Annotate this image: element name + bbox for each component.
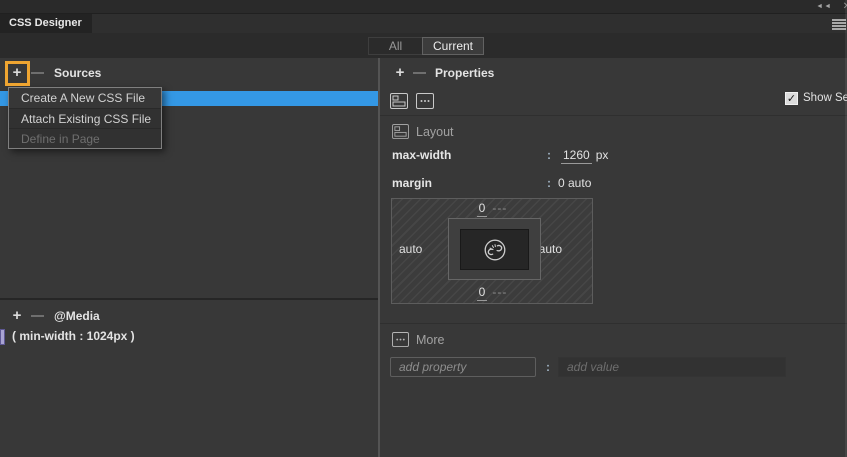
sources-title: Sources	[54, 66, 101, 80]
margin-link-toggle[interactable]	[460, 229, 529, 270]
add-media-query-button[interactable]: +	[9, 308, 25, 324]
colon: :	[546, 360, 550, 374]
separator	[380, 115, 847, 116]
add-value-input[interactable]	[558, 357, 786, 377]
layout-section-title: Layout	[416, 125, 454, 139]
main-area: + Sources Create A New CSS File Attach E…	[0, 58, 847, 457]
more-section-icon	[392, 332, 409, 347]
sources-media-pane: + Sources Create A New CSS File Attach E…	[0, 58, 378, 457]
collapse-panels-icon[interactable]: ◄◄	[816, 3, 832, 10]
max-width-unit[interactable]: px	[596, 148, 609, 162]
menu-item-attach-existing-css-file[interactable]: Attach Existing CSS File	[9, 108, 161, 128]
margin-bottom-dash: ---	[492, 285, 507, 299]
menu-item-create-new-css-file[interactable]: Create A New CSS File	[9, 88, 161, 108]
properties-title: Properties	[435, 66, 494, 80]
margin-top-control[interactable]: 0 ---	[392, 201, 592, 215]
max-width-row: max-width : 1260 px	[380, 148, 847, 164]
media-title: @Media	[54, 309, 100, 323]
margin-bottom-control[interactable]: 0 ---	[392, 285, 592, 299]
margin-bottom-value[interactable]: 0	[477, 285, 488, 301]
add-property-button[interactable]: +	[392, 65, 408, 81]
current-button[interactable]: Current	[422, 37, 484, 55]
separator	[380, 323, 847, 324]
add-property-input[interactable]	[390, 357, 536, 377]
margin-left-value[interactable]: auto	[399, 242, 422, 256]
show-set-checkbox[interactable]: ✓	[785, 92, 798, 105]
tab-css-designer[interactable]: CSS Designer	[0, 14, 92, 33]
add-source-menu: Create A New CSS File Attach Existing CS…	[8, 87, 162, 149]
more-section-header: More	[380, 332, 847, 350]
view-toggle-bar: All Current	[0, 33, 847, 58]
layout-section-icon	[392, 124, 409, 139]
max-width-value[interactable]: 1260 px	[561, 148, 608, 162]
colon: :	[547, 176, 551, 190]
media-section: + @Media ( min-width : 1024px )	[0, 298, 378, 457]
panel-menu-icon[interactable]	[832, 19, 846, 31]
media-query-indicator	[0, 329, 5, 345]
margin-value[interactable]: 0 auto	[558, 176, 591, 190]
max-width-number[interactable]: 1260	[561, 148, 592, 164]
margin-box-diagram: 0 --- auto auto 0 ---	[391, 198, 593, 304]
remove-property-icon[interactable]	[413, 72, 426, 74]
show-set-label: Show Set	[803, 92, 847, 104]
remove-source-icon[interactable]	[31, 72, 44, 74]
layout-category-icon[interactable]	[390, 93, 408, 109]
css-designer-panel: ◄◄ ✕ CSS Designer All Current + Sources …	[0, 0, 847, 457]
properties-pane: + Properties ✓ Show Set	[380, 58, 847, 457]
remove-media-query-icon[interactable]	[31, 315, 44, 317]
margin-top-value[interactable]: 0	[477, 201, 488, 217]
margin-top-dash: ---	[492, 201, 507, 215]
tutorial-highlight-box	[5, 61, 30, 86]
more-section-title: More	[416, 333, 444, 347]
margin-box-element	[448, 218, 541, 280]
margin-row: margin : 0 auto	[380, 176, 847, 192]
layout-section-header: Layout	[380, 124, 847, 142]
more-category-icon[interactable]	[416, 93, 434, 109]
view-toggle: All Current	[368, 37, 484, 55]
media-query-row[interactable]: ( min-width : 1024px )	[0, 328, 378, 346]
panel-group-titlebar: ◄◄ ✕	[0, 0, 847, 14]
all-button[interactable]: All	[368, 37, 422, 55]
add-declaration-row: :	[380, 357, 847, 379]
media-query-text: ( min-width : 1024px )	[12, 329, 135, 343]
menu-item-define-in-page: Define in Page	[9, 128, 161, 148]
property-name: margin	[392, 176, 432, 190]
margin-right-value[interactable]: auto	[539, 242, 562, 256]
tab-bar: CSS Designer	[0, 14, 847, 33]
broken-link-icon	[481, 236, 509, 264]
colon: :	[547, 148, 551, 162]
property-name: max-width	[392, 148, 451, 162]
